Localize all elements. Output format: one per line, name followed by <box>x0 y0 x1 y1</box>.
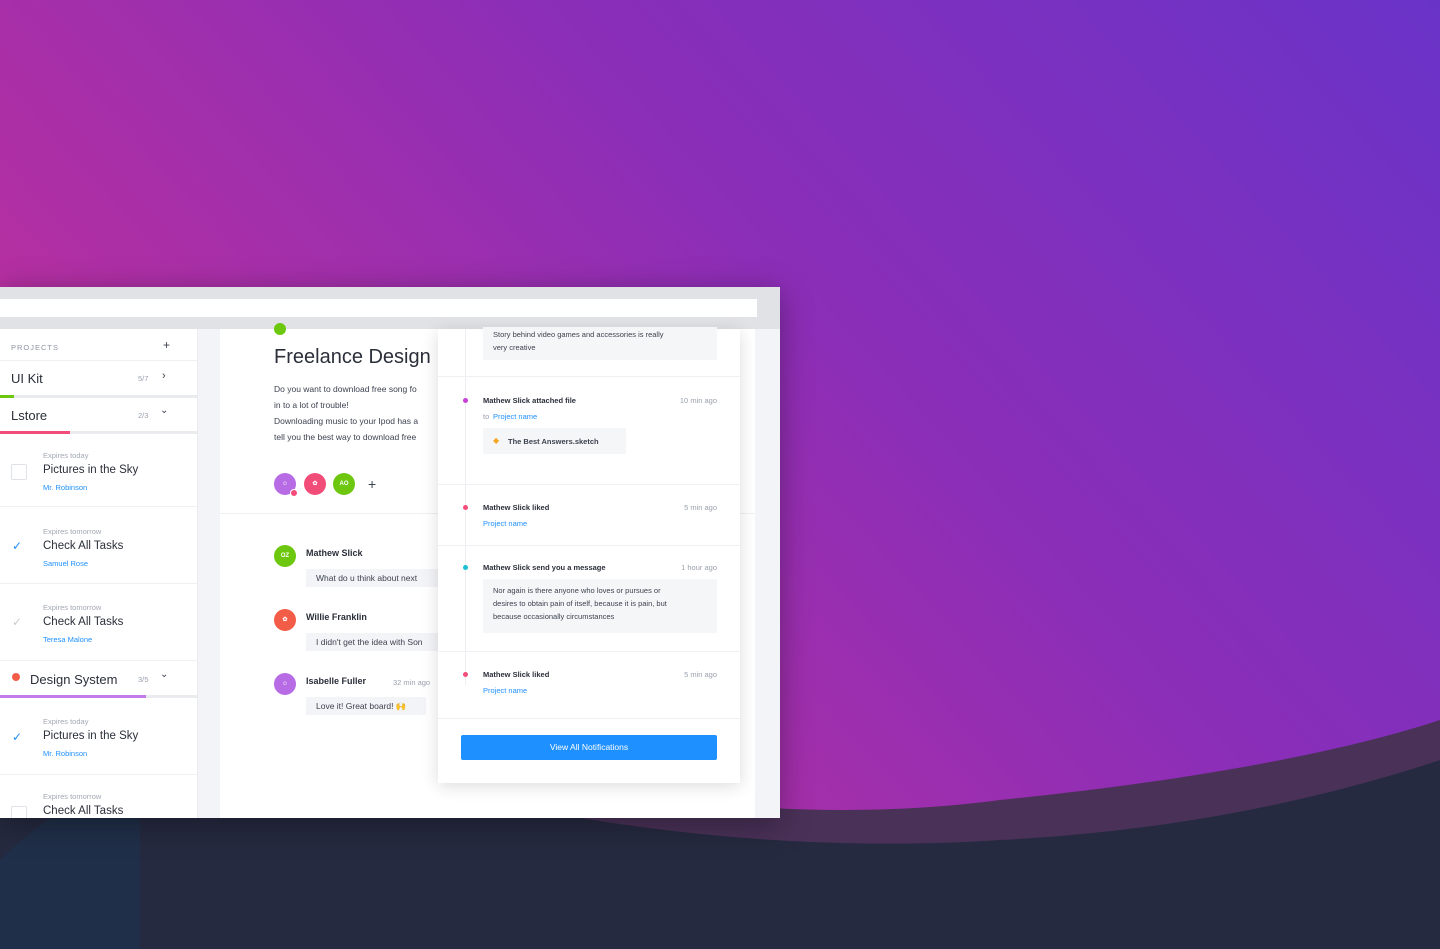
task-name: Check All Tasks <box>43 540 124 552</box>
chevron-down-icon[interactable]: ⌄ <box>160 405 168 416</box>
browser-toolbar <box>0 287 780 329</box>
notification-title: Mathew Slick send you a message <box>483 563 606 572</box>
divider <box>438 376 740 377</box>
message-line: very creative <box>493 343 536 352</box>
task-expires: Expires tomorrow <box>43 603 102 612</box>
page-title: Freelance Design <box>274 346 431 368</box>
notification-time: 1 hour ago <box>681 563 717 572</box>
timeline-dot <box>463 672 468 677</box>
timeline-dot <box>463 505 468 510</box>
check-icon[interactable]: ✓ <box>12 730 22 744</box>
task-name: Check All Tasks <box>43 616 124 628</box>
online-badge <box>290 489 298 497</box>
notification-time: 5 min ago <box>684 503 717 512</box>
comment-author[interactable]: Willie Franklin <box>306 612 367 622</box>
notifications-panel: Story behind video games and accessories… <box>438 327 740 783</box>
description-line: tell you the best way to download free <box>274 432 417 442</box>
task-item[interactable]: ✓ Expires tomorrow Check All Tasks Samue… <box>0 507 197 584</box>
task-expires: Expires tomorrow <box>43 792 102 801</box>
file-name: The Best Answers.sketch <box>508 437 599 446</box>
project-count: 2/3 <box>138 411 149 420</box>
check-icon[interactable]: ✓ <box>12 615 22 629</box>
notification-prefix: to <box>483 412 490 421</box>
project-count: 5/7 <box>138 374 149 383</box>
task-item[interactable]: ✓ Expires today Pictures in the Sky Mr. … <box>0 700 197 775</box>
task-name: Check All Tasks <box>43 805 124 817</box>
message-box: Nor again is there anyone who loves or p… <box>483 579 717 633</box>
project-count: 3/5 <box>138 675 149 684</box>
address-bar[interactable] <box>0 299 757 317</box>
message-line: because occasionally circumstances <box>493 612 615 621</box>
project-design-system[interactable]: Design System 3/5 ⌄ <box>0 662 197 698</box>
project-title: Lstore <box>11 408 48 423</box>
comment-avatar: ✿ <box>274 609 296 631</box>
comment-avatar: ☺ <box>274 673 296 695</box>
member-avatar[interactable]: ✿ <box>304 473 326 495</box>
description-line: Do you want to download free song fo <box>274 384 417 394</box>
message-line: Story behind video games and accessories… <box>493 330 664 339</box>
project-ui-kit[interactable]: UI Kit 5/7 › <box>0 360 197 398</box>
task-name: Pictures in the Sky <box>43 464 139 476</box>
message-line: desires to obtain pain of itself, becaus… <box>493 599 667 608</box>
check-icon[interactable]: ✓ <box>12 539 22 553</box>
notification-title: Mathew Slick liked <box>483 670 550 679</box>
project-title: Design System <box>30 672 118 687</box>
divider <box>438 718 740 719</box>
task-expires: Expires tomorrow <box>43 527 102 536</box>
notification-title: Mathew Slick liked <box>483 503 550 512</box>
project-lstore[interactable]: Lstore 2/3 ⌄ <box>0 398 197 434</box>
project-title: UI Kit <box>11 371 43 386</box>
description-line: in to a lot of trouble! <box>274 400 349 410</box>
task-expires: Expires today <box>43 451 89 460</box>
sidebar: PROJECTS + UI Kit 5/7 › Lstore 2/3 ⌄ Exp… <box>0 329 198 818</box>
notification-title: Mathew Slick attached file <box>483 396 576 405</box>
comment-text: Love it! Great board! 🙌 <box>306 697 426 715</box>
task-item[interactable]: Expires today Pictures in the Sky Mr. Ro… <box>0 436 197 507</box>
task-user[interactable]: Mr. Robinson <box>43 749 87 758</box>
projects-heading: PROJECTS <box>11 343 60 352</box>
task-item[interactable]: Expires tomorrow Check All Tasks <box>0 775 197 818</box>
comment-author[interactable]: Isabelle Fuller <box>306 676 366 686</box>
progress-fill <box>0 695 146 698</box>
description: Do you want to download free song fo in … <box>274 381 418 445</box>
chevron-right-icon[interactable]: › <box>162 370 166 382</box>
task-user[interactable]: Mr. Robinson <box>43 483 87 492</box>
task-checkbox[interactable] <box>11 464 27 480</box>
sketch-icon: ◆ <box>493 436 500 445</box>
divider <box>438 484 740 485</box>
project-link[interactable]: Project name <box>493 412 537 421</box>
sketch-icon <box>12 673 20 681</box>
message-line: Nor again is there anyone who loves or p… <box>493 586 661 595</box>
chevron-down-icon[interactable]: ⌄ <box>160 669 168 680</box>
task-expires: Expires today <box>43 717 89 726</box>
member-avatar[interactable]: AO <box>333 473 355 495</box>
comment-time: 32 min ago <box>393 678 431 687</box>
project-link[interactable]: Project name <box>483 519 527 528</box>
task-item[interactable]: ✓ Expires tomorrow Check All Tasks Teres… <box>0 584 197 661</box>
task-checkbox[interactable] <box>11 806 27 818</box>
divider <box>438 545 740 546</box>
view-all-notifications-button[interactable]: View All Notifications <box>461 735 717 760</box>
notification-time: 10 min ago <box>679 396 717 405</box>
comment-author[interactable]: Mathew Slick <box>306 548 363 558</box>
notification-time: 5 min ago <box>684 670 717 679</box>
timeline-dot <box>463 398 468 403</box>
task-name: Pictures in the Sky <box>43 730 139 742</box>
divider <box>438 651 740 652</box>
avatar <box>274 323 286 335</box>
task-user[interactable]: Samuel Rose <box>43 559 88 568</box>
comment-avatar: OZ <box>274 545 296 567</box>
description-line: Downloading music to your Ipod has a <box>274 416 419 426</box>
file-attachment[interactable]: ◆ The Best Answers.sketch <box>483 428 626 454</box>
timeline-dot <box>463 565 468 570</box>
add-member-icon[interactable]: + <box>368 476 376 492</box>
task-user[interactable]: Teresa Malone <box>43 635 92 644</box>
progress-fill <box>0 431 70 434</box>
plus-icon[interactable]: + <box>163 338 170 352</box>
message-box: Story behind video games and accessories… <box>483 327 717 360</box>
project-link[interactable]: Project name <box>483 686 527 695</box>
